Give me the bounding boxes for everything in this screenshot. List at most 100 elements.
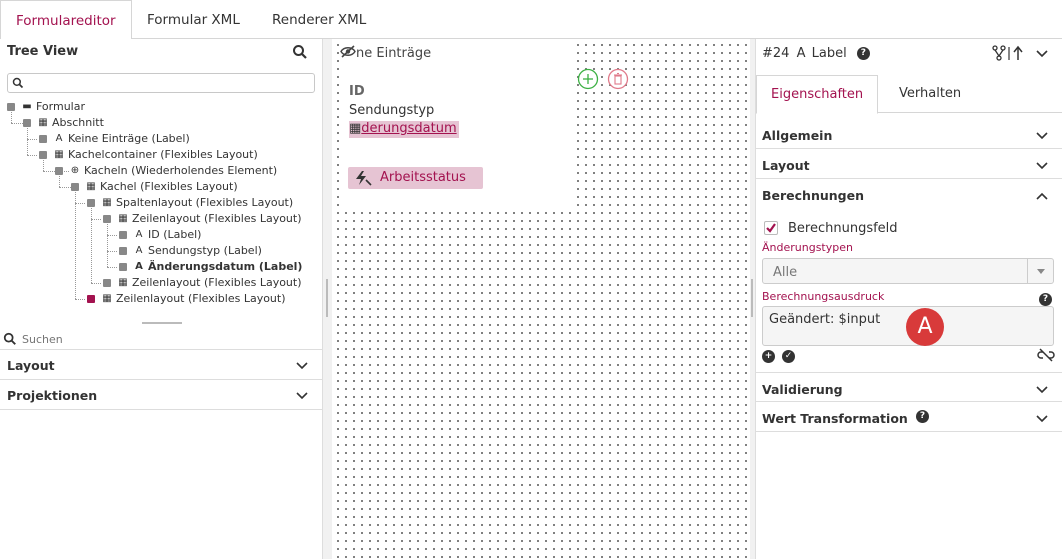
chevron-down-icon	[1036, 412, 1048, 426]
berechnungsfeld-checkbox[interactable]	[764, 221, 778, 235]
grid-icon: ▦	[349, 121, 362, 136]
search-icon[interactable]	[292, 44, 308, 63]
collapse-icon[interactable]	[7, 103, 15, 111]
berechnungsfeld-label[interactable]: Berechnungsfeld	[788, 221, 898, 236]
form-icon: ▬	[22, 101, 32, 112]
text-icon: A	[796, 46, 806, 61]
leaf-icon	[119, 247, 127, 255]
tab-eigenschaften[interactable]: Eigenschaften	[756, 75, 879, 114]
tree-node[interactable]: ▦ Zeilenlayout (Flexibles Layout)	[87, 291, 286, 307]
search-icon	[12, 77, 24, 89]
add-circle-icon[interactable]	[577, 68, 599, 93]
help-icon[interactable]: ?	[856, 47, 870, 60]
section-validierung[interactable]: Validierung	[756, 372, 1062, 402]
vertical-splitter-right[interactable]	[751, 279, 753, 317]
text-icon: A	[55, 133, 63, 144]
leaf-icon	[119, 231, 127, 239]
accordion-title: Projektionen	[7, 388, 98, 403]
horizontal-splitter[interactable]	[142, 322, 182, 324]
expand-icon[interactable]	[87, 295, 95, 303]
chevron-down-icon	[1036, 159, 1048, 173]
tree-node[interactable]: ▦ Abschnitt	[23, 115, 104, 131]
chevron-down-icon	[1036, 129, 1048, 143]
properties-header: #24 A Label ?	[762, 46, 870, 61]
leaf-icon	[103, 279, 111, 287]
tree-node[interactable]: A Keine Einträge (Label)	[39, 131, 190, 147]
tree-node[interactable]: ▦ Spaltenlayout (Flexibles Layout)	[87, 195, 293, 211]
chevron-down-icon[interactable]	[1036, 47, 1048, 61]
top-tab-bar: Formulareditor Formular XML Renderer XML	[0, 0, 1062, 40]
grid-icon: ▦	[118, 213, 128, 224]
canvas-status-label[interactable]: Arbeitsstatus	[348, 167, 483, 189]
left-panel: Tree View ▬ Formular ▦ Abschnitt A Keine Ei…	[0, 39, 322, 559]
add-circle-icon: ⊕	[70, 165, 80, 176]
canvas-id-label[interactable]: ID	[349, 84, 365, 99]
search-icon	[3, 332, 16, 345]
properties-tab-bar: Eigenschaften Verhalten	[756, 75, 1062, 114]
section-berechnungen[interactable]: Berechnungen	[756, 179, 1062, 209]
canvas-sendungstyp-label[interactable]: Sendungstyp	[349, 103, 434, 118]
chevron-down-icon	[1036, 383, 1048, 397]
collapse-icon[interactable]	[103, 215, 111, 223]
search-input[interactable]	[22, 331, 312, 347]
grid-icon: ▦	[54, 149, 64, 160]
tree-node[interactable]: ⊕ Kacheln (Wiederholendes Element)	[55, 163, 277, 179]
help-icon[interactable]: ?	[1039, 293, 1052, 306]
chevron-down-icon	[1027, 259, 1053, 283]
tab-formulareditor[interactable]: Formulareditor	[0, 0, 132, 40]
vertical-splitter-left[interactable]	[326, 279, 328, 317]
grid-icon: ▦	[118, 277, 128, 288]
leaf-icon	[119, 263, 127, 271]
aenderungstypen-select[interactable]: Alle	[762, 258, 1054, 284]
collapse-icon[interactable]	[71, 183, 79, 191]
chevron-down-icon	[296, 359, 308, 373]
collapse-icon[interactable]	[55, 167, 63, 175]
tree-node[interactable]: ▦ Zeilenlayout (Flexibles Layout)	[103, 275, 302, 291]
bolt-icon	[353, 170, 373, 194]
section-wert-transformation[interactable]: Wert Transformation ?	[756, 402, 1062, 432]
tree-node[interactable]: ▦ Zeilenlayout (Flexibles Layout)	[103, 211, 302, 227]
tree-node-selected[interactable]: A Änderungsdatum (Label)	[119, 259, 302, 275]
search-bar[interactable]	[0, 328, 322, 350]
delete-icon[interactable]	[607, 68, 629, 93]
accordion-title: Layout	[7, 358, 55, 373]
check-circle-icon[interactable]: ✓	[782, 350, 795, 363]
berechnungsausdruck-label: Berechnungsausdruck	[762, 290, 885, 303]
accordion-layout[interactable]: Layout	[0, 350, 322, 380]
tree-node[interactable]: ▦ Kachel (Flexibles Layout)	[71, 179, 238, 195]
add-icon[interactable]: +	[762, 350, 775, 363]
chevron-down-icon	[296, 389, 308, 403]
accordion-projektionen[interactable]: Projektionen	[0, 380, 322, 410]
section-layout[interactable]: Layout	[756, 149, 1062, 179]
text-icon: A	[135, 245, 143, 256]
leaf-icon	[39, 135, 47, 143]
unlink-icon[interactable]	[1037, 348, 1055, 365]
collapse-icon[interactable]	[39, 151, 47, 159]
hidden-label[interactable]: ne Einträge	[340, 45, 431, 61]
tree-node[interactable]: ▬ Formular	[7, 99, 85, 115]
tree-filter-input[interactable]	[7, 73, 315, 93]
tree-node[interactable]: ▦ Kachelcontainer (Flexibles Layout)	[39, 147, 258, 163]
tree-view-title: Tree View	[7, 44, 79, 59]
grid-icon: ▦	[86, 181, 96, 192]
collapse-icon[interactable]	[87, 199, 95, 207]
tree-node[interactable]: A Sendungstyp (Label)	[119, 243, 262, 259]
annotation-badge: A	[906, 308, 944, 346]
grid-icon: ▦	[38, 117, 48, 128]
eye-off-icon	[340, 45, 356, 58]
tab-verhalten[interactable]: Verhalten	[885, 75, 975, 113]
grid-icon: ▦	[102, 293, 112, 304]
tab-renderer-xml[interactable]: Renderer XML	[257, 0, 381, 39]
tree-node[interactable]: A ID (Label)	[119, 227, 201, 243]
section-allgemein[interactable]: Allgemein	[756, 119, 1062, 149]
navigate-parent-icon[interactable]	[992, 45, 1028, 65]
help-icon[interactable]: ?	[916, 410, 929, 423]
text-icon: A	[135, 261, 143, 272]
canvas-datum-label[interactable]: ▦derungsdatum	[349, 121, 459, 138]
collapse-icon[interactable]	[23, 119, 31, 127]
aenderungstypen-label: Änderungstypen	[762, 241, 853, 254]
grid-icon: ▦	[102, 197, 112, 208]
check-icon	[766, 223, 776, 233]
chevron-up-icon	[1036, 189, 1048, 203]
tab-formular-xml[interactable]: Formular XML	[132, 0, 255, 39]
